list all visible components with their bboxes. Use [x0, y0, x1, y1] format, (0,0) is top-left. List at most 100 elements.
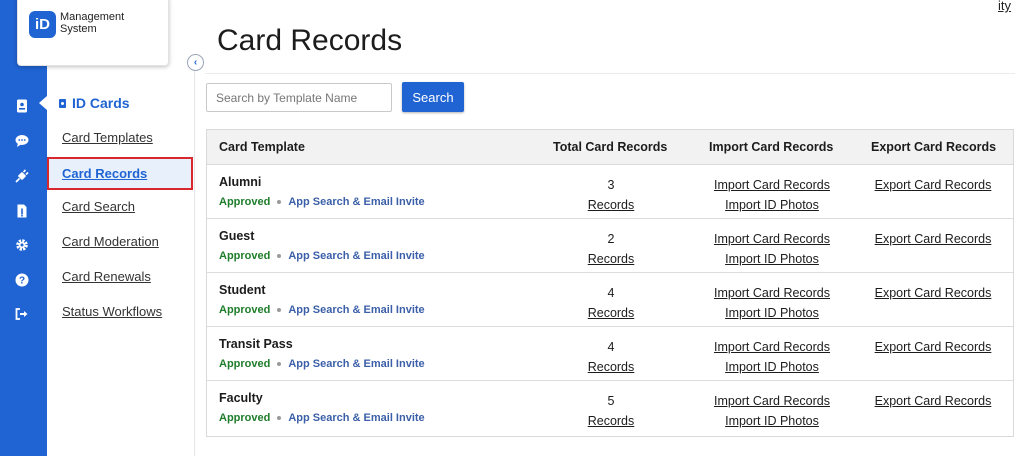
records-link[interactable]: Records [561, 195, 661, 215]
records-link[interactable]: Records [561, 249, 661, 269]
separator-dot [277, 200, 282, 204]
import-card-records-link[interactable]: Import Card Records [702, 229, 842, 249]
export-cell: Export Card Records [863, 337, 1003, 357]
workflow-label: App Search & Email Invite [288, 412, 425, 424]
template-name: Faculty [219, 391, 263, 405]
separator-dot [277, 362, 282, 366]
template-meta: Approved App Search & Email Invite [219, 304, 425, 316]
search-input[interactable] [206, 83, 392, 112]
status-badge: Approved [219, 250, 271, 262]
divider [205, 73, 1015, 74]
total-records-cell: 2 Records [561, 229, 661, 269]
id-card-icon [59, 98, 66, 108]
logout-icon[interactable] [12, 304, 32, 324]
records-link[interactable]: Records [561, 357, 661, 377]
export-card-records-link[interactable]: Export Card Records [863, 337, 1003, 357]
total-records-cell: 4 Records [561, 283, 661, 323]
import-cell: Import Card Records Import ID Photos [702, 175, 842, 215]
subnav-title: ID Cards [59, 95, 130, 111]
table-row: Transit Pass Approved App Search & Email… [207, 327, 1013, 381]
export-card-records-link[interactable]: Export Card Records [863, 391, 1003, 411]
import-cell: Import Card Records Import ID Photos [702, 283, 842, 323]
table-row: Guest Approved App Search & Email Invite… [207, 219, 1013, 273]
top-link[interactable]: ity [998, 0, 1011, 13]
total-records-cell: 5 Records [561, 391, 661, 431]
import-id-photos-link[interactable]: Import ID Photos [702, 411, 842, 431]
template-name: Student [219, 283, 266, 297]
gear-icon[interactable] [12, 235, 32, 255]
svg-text:?: ? [19, 276, 25, 287]
header-total-card-records: Total Card Records [553, 140, 668, 154]
import-card-records-link[interactable]: Import Card Records [702, 337, 842, 357]
export-cell: Export Card Records [863, 391, 1003, 411]
nav-card-records[interactable]: Card Records [47, 157, 193, 190]
workflow-label: App Search & Email Invite [288, 358, 425, 370]
import-cell: Import Card Records Import ID Photos [702, 391, 842, 431]
separator-dot [277, 416, 282, 420]
table-row: Faculty Approved App Search & Email Invi… [207, 381, 1013, 435]
nav-card-templates[interactable]: Card Templates [62, 130, 153, 145]
import-id-photos-link[interactable]: Import ID Photos [702, 249, 842, 269]
status-badge: Approved [219, 304, 271, 316]
active-indicator [39, 96, 47, 110]
import-card-records-link[interactable]: Import Card Records [702, 283, 842, 303]
app-name: Management System [60, 11, 125, 35]
status-badge: Approved [219, 412, 271, 424]
template-meta: Approved App Search & Email Invite [219, 358, 425, 370]
workflow-label: App Search & Email Invite [288, 196, 425, 208]
page-title: Card Records [217, 24, 403, 57]
import-cell: Import Card Records Import ID Photos [702, 337, 842, 377]
card-records-table: Card Template Total Card Records Import … [206, 129, 1014, 437]
record-count: 3 [607, 178, 615, 192]
import-cell: Import Card Records Import ID Photos [702, 229, 842, 269]
chat-icon[interactable] [12, 131, 32, 151]
logo-icon: iD [29, 11, 56, 38]
total-records-cell: 3 Records [561, 175, 661, 215]
search-button[interactable]: Search [402, 82, 464, 112]
export-card-records-link[interactable]: Export Card Records [863, 175, 1003, 195]
logo-card[interactable]: iD Management System [17, 0, 169, 66]
template-name: Alumni [219, 175, 262, 189]
nav-card-search[interactable]: Card Search [62, 199, 135, 214]
template-name: Guest [219, 229, 255, 243]
id-card-icon[interactable] [12, 96, 32, 116]
separator-dot [277, 308, 282, 312]
export-cell: Export Card Records [863, 283, 1003, 303]
collapse-sidebar-button[interactable]: ‹ [187, 54, 204, 71]
import-card-records-link[interactable]: Import Card Records [702, 175, 842, 195]
record-count: 5 [607, 394, 615, 408]
export-cell: Export Card Records [863, 175, 1003, 195]
records-link[interactable]: Records [561, 303, 661, 323]
import-id-photos-link[interactable]: Import ID Photos [702, 357, 842, 377]
status-badge: Approved [219, 196, 271, 208]
template-meta: Approved App Search & Email Invite [219, 196, 425, 208]
help-icon[interactable]: ? [12, 270, 32, 290]
table-row: Alumni Approved App Search & Email Invit… [207, 165, 1013, 219]
total-records-cell: 4 Records [561, 337, 661, 377]
export-card-records-link[interactable]: Export Card Records [863, 283, 1003, 303]
table-row: Student Approved App Search & Email Invi… [207, 273, 1013, 327]
header-export-card-records: Export Card Records [871, 140, 997, 154]
import-card-records-link[interactable]: Import Card Records [702, 391, 842, 411]
record-count: 4 [607, 340, 615, 354]
template-meta: Approved App Search & Email Invite [219, 412, 425, 424]
document-icon[interactable] [12, 201, 32, 221]
records-link[interactable]: Records [561, 411, 661, 431]
table-header: Card Template Total Card Records Import … [207, 130, 1013, 165]
template-meta: Approved App Search & Email Invite [219, 250, 425, 262]
export-cell: Export Card Records [863, 229, 1003, 249]
status-badge: Approved [219, 358, 271, 370]
nav-status-workflows[interactable]: Status Workflows [62, 304, 162, 319]
header-card-template: Card Template [219, 140, 305, 154]
import-id-photos-link[interactable]: Import ID Photos [702, 195, 842, 215]
chevron-left-icon: ‹ [193, 57, 198, 68]
header-import-card-records: Import Card Records [709, 140, 834, 154]
export-card-records-link[interactable]: Export Card Records [863, 229, 1003, 249]
plug-icon[interactable] [12, 166, 32, 186]
workflow-label: App Search & Email Invite [288, 250, 425, 262]
icon-rail: ? [0, 0, 47, 456]
import-id-photos-link[interactable]: Import ID Photos [702, 303, 842, 323]
record-count: 2 [607, 232, 615, 246]
nav-card-moderation[interactable]: Card Moderation [62, 234, 159, 249]
nav-card-renewals[interactable]: Card Renewals [62, 269, 151, 284]
